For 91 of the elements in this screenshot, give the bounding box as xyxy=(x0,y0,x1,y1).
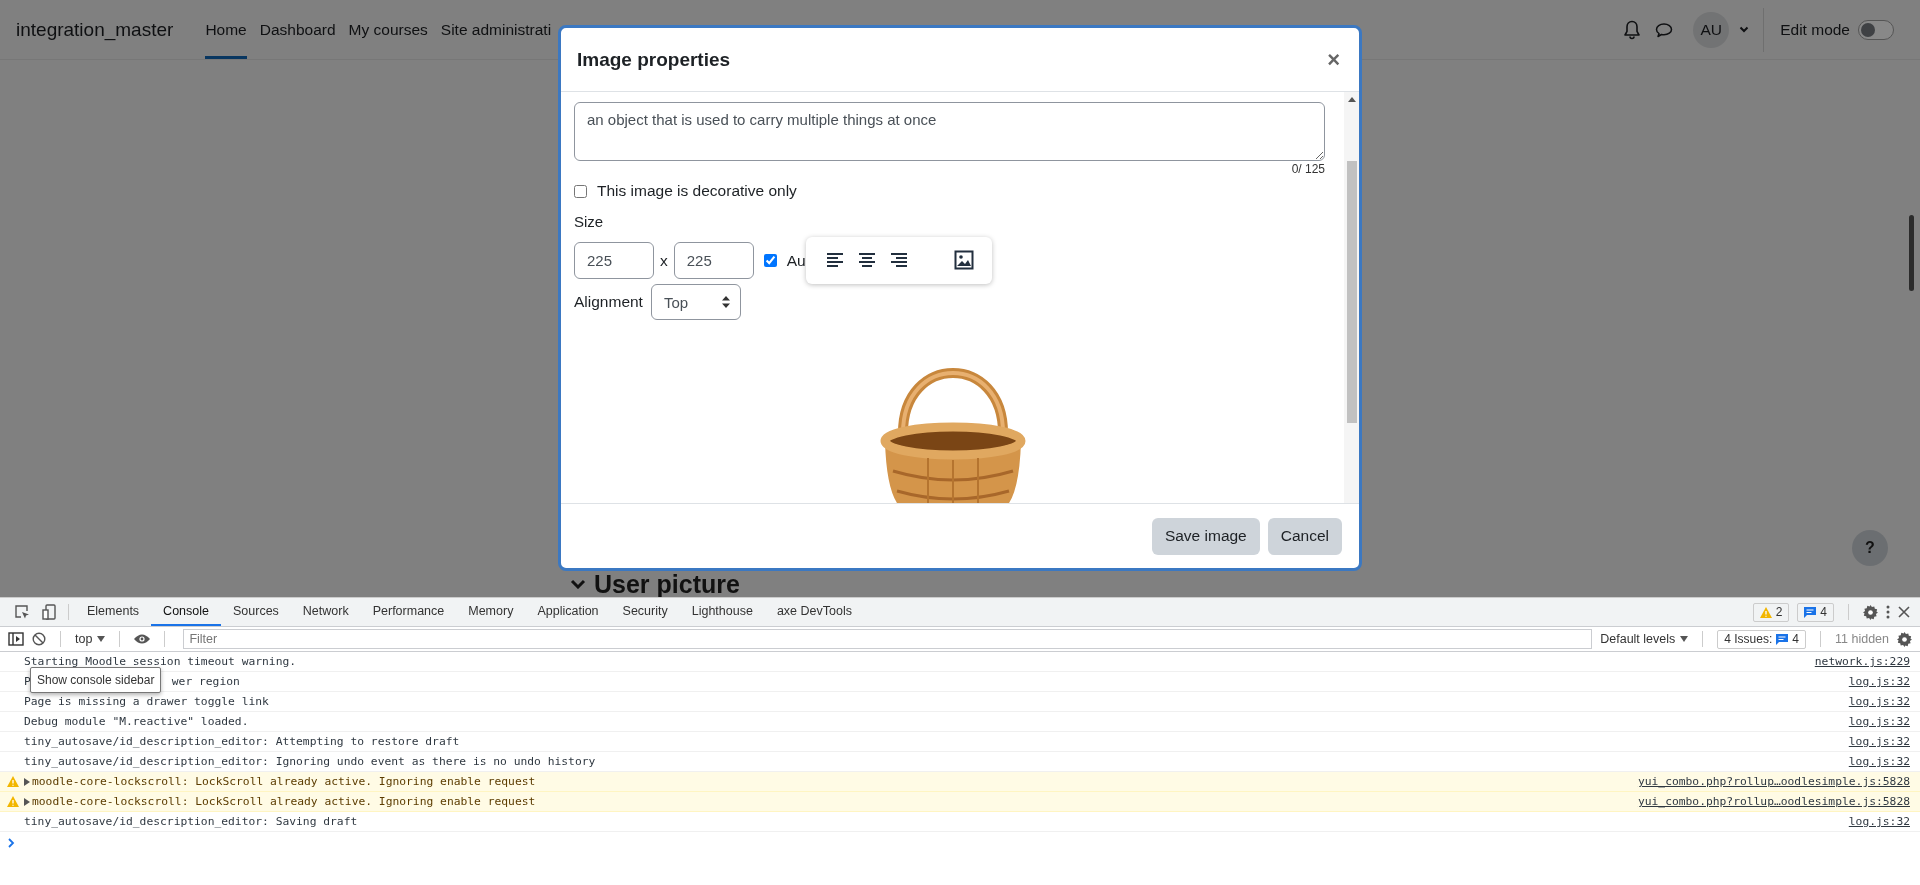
console-message: tiny_autosave/id_description_editor: Attempting to restore draft xyxy=(24,735,460,748)
edit-mode-label: Edit mode xyxy=(1780,20,1850,39)
edit-mode-toggle[interactable] xyxy=(1858,19,1894,40)
console-message: moodle-core-lockscroll: LockScroll already active. Ignoring enable request xyxy=(32,775,536,788)
align-left-icon[interactable] xyxy=(825,252,844,268)
align-right-icon[interactable] xyxy=(889,252,908,268)
settings-icon[interactable] xyxy=(1863,604,1878,620)
scroll-up-icon[interactable] xyxy=(1347,97,1356,103)
devtools-tab[interactable]: Memory xyxy=(456,598,526,626)
size-label: Size xyxy=(574,213,605,230)
devtools-tab[interactable]: Console xyxy=(151,598,221,626)
devtools-tab[interactable]: Security xyxy=(610,598,680,626)
source-link[interactable]: yui_combo.php?rollup…oodlesimple.js:5828 xyxy=(1637,795,1910,808)
device-icon[interactable] xyxy=(42,604,56,620)
console-message: wer region xyxy=(171,675,240,688)
message-count-badge[interactable]: 4 xyxy=(1797,602,1834,622)
caret-icon xyxy=(1680,636,1689,642)
nav-link[interactable]: Dashboard xyxy=(259,3,336,59)
message-icon xyxy=(1776,633,1789,645)
expand-icon[interactable] xyxy=(24,777,30,786)
height-field[interactable]: 225 xyxy=(673,242,754,279)
checkbox-label: Au xyxy=(786,251,806,269)
image-icon[interactable] xyxy=(953,250,974,270)
source-link[interactable]: log.js:32 xyxy=(1848,755,1910,768)
source-link[interactable]: network.js:229 xyxy=(1814,655,1910,668)
user-avatar[interactable]: AU xyxy=(1693,11,1730,48)
console-message: P xyxy=(24,675,31,688)
context-dropdown[interactable]: top xyxy=(75,632,106,646)
prompt-icon[interactable] xyxy=(8,838,15,848)
settings-icon[interactable] xyxy=(1897,631,1912,647)
console-message: Page is missing a drawer toggle link xyxy=(24,695,269,708)
devtools-tab[interactable]: Performance xyxy=(360,598,457,626)
expand-icon[interactable] xyxy=(24,797,30,806)
chevron-down-icon[interactable] xyxy=(570,579,586,589)
save-button[interactable]: Save image xyxy=(1151,517,1260,555)
devtools-tab[interactable]: axe DevTools xyxy=(764,598,864,626)
devtools-tab[interactable]: Lighthouse xyxy=(679,598,765,626)
source-link[interactable]: log.js:32 xyxy=(1848,715,1910,728)
chevron-down-icon[interactable] xyxy=(1739,26,1750,33)
cancel-button[interactable]: Cancel xyxy=(1267,517,1342,555)
bell-icon[interactable] xyxy=(1623,19,1642,40)
console-message: tiny_autosave/id_description_editor: Ignoring undo event as there is no undo history xyxy=(24,755,596,768)
console-message: Starting Moodle session timeout warning. xyxy=(24,655,297,668)
warning-count-badge[interactable]: 2 xyxy=(1752,602,1790,622)
devtools-tab[interactable]: Sources xyxy=(221,598,291,626)
console-message: Debug module "M.reactive" loaded. xyxy=(24,715,249,728)
levels-dropdown[interactable]: Default levels xyxy=(1600,632,1689,646)
auto-size-checkbox[interactable] xyxy=(763,254,777,267)
width-field[interactable]: 225 xyxy=(574,242,654,279)
console-message: moodle-core-lockscroll: LockScroll already active. Ignoring enable request xyxy=(32,795,536,808)
filter-field[interactable]: Filter xyxy=(183,629,1593,649)
checkbox-label: This image is decorative only xyxy=(597,182,797,200)
description-field[interactable]: an object that is used to carry multiple things at once xyxy=(574,102,1325,161)
decorative-checkbox[interactable] xyxy=(574,184,587,198)
site-name: integration_master xyxy=(16,18,174,41)
source-link[interactable]: yui_combo.php?rollup…oodlesimple.js:5828 xyxy=(1637,775,1910,788)
source-link[interactable]: log.js:32 xyxy=(1848,815,1910,828)
caret-icon xyxy=(97,636,106,642)
devtools-tab[interactable]: Elements xyxy=(75,598,152,626)
close-button[interactable]: × xyxy=(1325,46,1342,73)
sidebar-icon[interactable] xyxy=(8,632,24,646)
chat-icon[interactable] xyxy=(1655,21,1674,38)
message-icon xyxy=(1804,606,1817,618)
clear-icon[interactable] xyxy=(32,632,46,646)
eye-icon[interactable] xyxy=(134,634,151,644)
source-link[interactable]: log.js:32 xyxy=(1848,695,1910,708)
nav-link[interactable]: Site administrati xyxy=(440,3,552,59)
align-center-icon[interactable] xyxy=(857,252,876,268)
sidebar-tooltip: Show console sidebar xyxy=(30,667,162,693)
console-message: tiny_autosave/id_description_editor: Saving draft xyxy=(24,815,358,828)
source-link[interactable]: log.js:32 xyxy=(1848,675,1910,688)
warning-icon xyxy=(7,776,19,787)
size-separator: x xyxy=(660,251,668,270)
nav-link[interactable]: Home xyxy=(205,3,247,59)
help-button[interactable]: ? xyxy=(1852,530,1888,566)
hidden-count: 11 hidden xyxy=(1835,632,1889,646)
source-link[interactable]: log.js:32 xyxy=(1848,735,1910,748)
devtools-tab[interactable]: Network xyxy=(290,598,361,626)
nav-link[interactable]: My courses xyxy=(348,3,428,59)
dialog-title: Image properties xyxy=(577,48,731,71)
alignment-select[interactable]: Top xyxy=(650,284,741,320)
issues-button[interactable]: 4 Issues: 4 xyxy=(1717,629,1806,649)
warning-icon xyxy=(1759,606,1772,618)
more-icon[interactable] xyxy=(1886,605,1890,619)
close-icon[interactable] xyxy=(1898,606,1910,618)
character-counter: 0/ 125 xyxy=(1290,162,1325,176)
inspect-icon[interactable] xyxy=(14,604,30,620)
alignment-label: Alignment xyxy=(574,293,643,311)
sort-arrows-icon xyxy=(721,296,730,308)
warning-icon xyxy=(7,796,19,807)
devtools-tab[interactable]: Application xyxy=(525,598,611,626)
